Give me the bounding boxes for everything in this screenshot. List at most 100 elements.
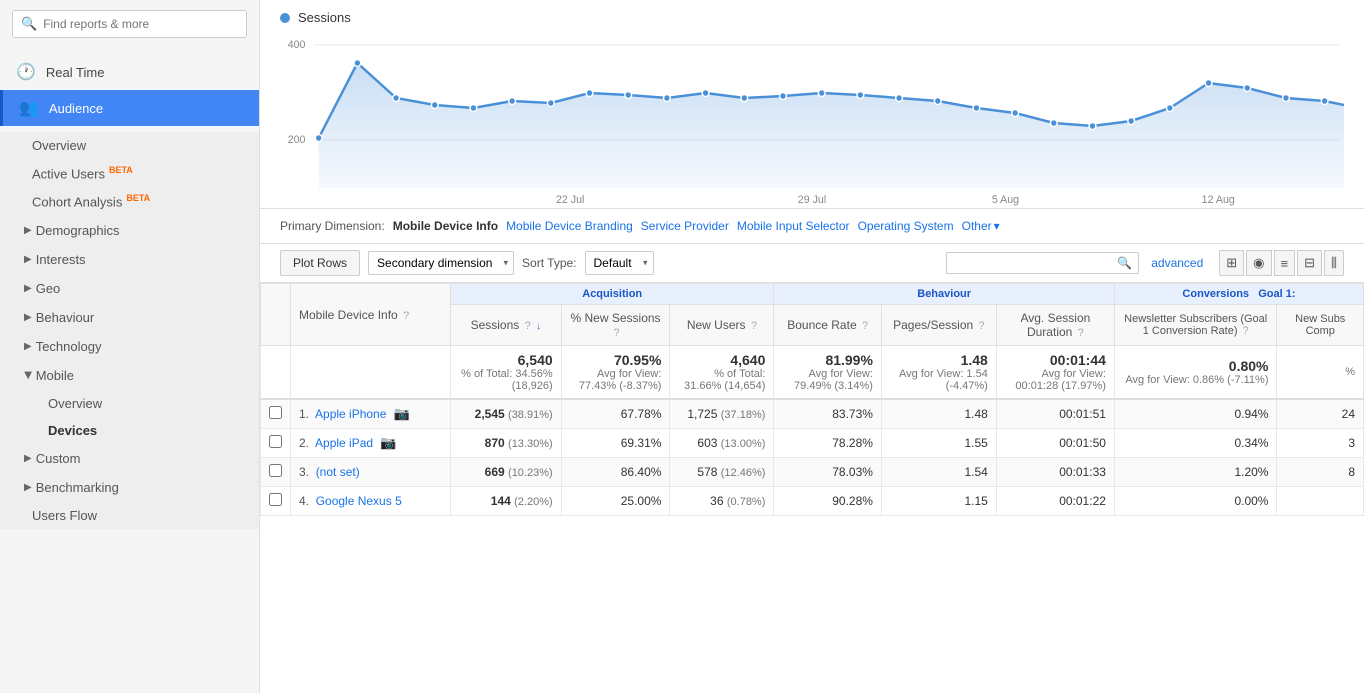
sidebar-item-mob-overview[interactable]: Overview: [0, 390, 259, 417]
row2-checkbox[interactable]: [269, 435, 282, 448]
sidebar-item-active-users[interactable]: Active UsersBETA: [0, 159, 259, 187]
pct-new-help-icon[interactable]: ?: [613, 327, 619, 339]
sidebar-item-audience[interactable]: 👥 Audience: [0, 90, 259, 126]
table-search-field[interactable]: 🔍: [946, 252, 1139, 274]
secondary-dimension-wrapper[interactable]: Secondary dimension ▾: [368, 251, 514, 275]
sidebar-item-overview[interactable]: Overview: [0, 132, 259, 159]
device-help-icon[interactable]: ?: [403, 310, 409, 322]
conversions-header: Conversions Goal 1:: [1114, 284, 1363, 305]
row3-sessions: 669 (10.23%): [451, 458, 562, 487]
search-box[interactable]: 🔍: [12, 10, 247, 38]
sidebar-item-mobile[interactable]: ▶ Mobile: [0, 361, 259, 390]
row4-device-link[interactable]: Google Nexus 5: [316, 494, 402, 508]
view-pivot-icon[interactable]: ⫼: [1324, 250, 1344, 276]
svg-text:29 Jul: 29 Jul: [798, 194, 826, 206]
table-row: 2. Apple iPad 📷 870 (13.30%) 69.31% 603 …: [261, 429, 1364, 458]
row1-pages-session: 1.48: [881, 399, 996, 429]
row2-device-link[interactable]: Apple iPad: [315, 436, 373, 450]
plot-rows-button[interactable]: Plot Rows: [280, 250, 360, 276]
row4-avg-duration: 00:01:22: [996, 487, 1114, 516]
sessions-help-icon[interactable]: ?: [525, 320, 531, 332]
row1-sessions: 2,545 (38.91%): [451, 399, 562, 429]
row3-device-link[interactable]: (not set): [316, 465, 360, 479]
sessions-legend-label: Sessions: [298, 10, 351, 25]
sessions-legend-dot: [280, 13, 290, 23]
secondary-dimension-select[interactable]: Secondary dimension: [368, 251, 514, 275]
primary-dimension-bar: Primary Dimension: Mobile Device Info Mo…: [260, 209, 1364, 244]
primary-dim-service-provider[interactable]: Service Provider: [641, 219, 729, 233]
col-newsletter-header[interactable]: Newsletter Subscribers (Goal 1 Conversio…: [1114, 305, 1277, 346]
row3-avg-duration: 00:01:33: [996, 458, 1114, 487]
svg-text:200: 200: [288, 134, 306, 146]
view-comparison-icon[interactable]: ⊟: [1297, 250, 1322, 276]
row3-check[interactable]: [261, 458, 291, 487]
sort-type-select[interactable]: Default: [585, 251, 654, 275]
totals-check: [261, 346, 291, 400]
realtime-icon: 🕐: [16, 62, 36, 82]
chart-area: Sessions 400 200: [260, 0, 1364, 209]
row1-checkbox[interactable]: [269, 406, 282, 419]
sidebar-item-custom[interactable]: ▶ Custom: [0, 444, 259, 473]
row4-newsletter: 0.00%: [1114, 487, 1277, 516]
totals-sessions: 6,540 % of Total: 34.56% (18,926): [451, 346, 562, 400]
pages-session-help-icon[interactable]: ?: [979, 320, 985, 332]
row2-camera-icon: 📷: [380, 435, 396, 450]
sort-type-wrapper[interactable]: Default ▾: [585, 251, 654, 275]
row1-camera-icon: 📷: [394, 406, 410, 421]
avg-duration-help-icon[interactable]: ?: [1078, 327, 1084, 339]
search-input[interactable]: [43, 17, 238, 31]
advanced-link[interactable]: advanced: [1151, 256, 1203, 270]
sessions-chart: 400 200: [280, 33, 1344, 208]
controls-bar: Plot Rows Secondary dimension ▾ Sort Typ…: [260, 244, 1364, 283]
sidebar-item-demographics[interactable]: ▶ Demographics: [0, 216, 259, 245]
sidebar-item-technology[interactable]: ▶ Technology: [0, 332, 259, 361]
row4-check[interactable]: [261, 487, 291, 516]
table-search-icon[interactable]: 🔍: [1117, 256, 1132, 270]
new-users-help-icon[interactable]: ?: [751, 320, 757, 332]
col-new-users-header[interactable]: New Users ?: [670, 305, 774, 346]
col-device-header: Mobile Device Info ?: [291, 284, 451, 346]
sidebar-item-devices[interactable]: Devices: [0, 417, 259, 444]
row4-checkbox[interactable]: [269, 493, 282, 506]
col-sessions-header[interactable]: Sessions ? ↓: [451, 305, 562, 346]
totals-new-users: 4,640 % of Total: 31.66% (14,654): [670, 346, 774, 400]
newsletter-help-icon[interactable]: ?: [1243, 325, 1249, 337]
view-bar-icon[interactable]: ≡: [1274, 250, 1296, 276]
sidebar-item-benchmarking[interactable]: ▶ Benchmarking: [0, 473, 259, 502]
sidebar-item-interests[interactable]: ▶ Interests: [0, 245, 259, 274]
sidebar-item-users-flow[interactable]: Users Flow: [0, 502, 259, 529]
primary-dim-operating-system[interactable]: Operating System: [858, 219, 954, 233]
col-avg-duration-header[interactable]: Avg. Session Duration ?: [996, 305, 1114, 346]
row1-device-link[interactable]: Apple iPhone: [315, 407, 386, 421]
row1-device: 1. Apple iPhone 📷: [291, 399, 451, 429]
audience-label: Audience: [49, 101, 103, 116]
bounce-help-icon[interactable]: ?: [862, 320, 868, 332]
demographics-triangle: ▶: [24, 225, 32, 236]
row3-checkbox[interactable]: [269, 464, 282, 477]
active-users-beta: BETA: [109, 165, 133, 175]
row2-new-users: 603 (13.00%): [670, 429, 774, 458]
col-pages-session-header[interactable]: Pages/Session ?: [881, 305, 996, 346]
audience-subnav: Overview Active UsersBETA Cohort Analysi…: [0, 132, 259, 529]
sidebar-item-realtime[interactable]: 🕐 Real Time: [0, 54, 259, 90]
primary-dim-other-dropdown[interactable]: Other ▾: [962, 219, 1000, 233]
cohort-beta: BETA: [126, 193, 150, 203]
sidebar-item-geo[interactable]: ▶ Geo: [0, 274, 259, 303]
row1-check[interactable]: [261, 399, 291, 429]
col-bounce-header[interactable]: Bounce Rate ?: [774, 305, 882, 346]
primary-dim-mobile-branding[interactable]: Mobile Device Branding: [506, 219, 633, 233]
primary-dim-mobile-input[interactable]: Mobile Input Selector: [737, 219, 850, 233]
col-new-subs-header[interactable]: New Subs Comp: [1277, 305, 1364, 346]
view-data-icon[interactable]: ⊞: [1219, 250, 1244, 276]
sidebar-item-behaviour[interactable]: ▶ Behaviour: [0, 303, 259, 332]
row2-check[interactable]: [261, 429, 291, 458]
view-pie-icon[interactable]: ◉: [1246, 250, 1271, 276]
row2-pct-new: 69.31%: [561, 429, 670, 458]
behaviour-triangle: ▶: [24, 312, 32, 323]
col-pct-new-header[interactable]: % New Sessions ?: [561, 305, 670, 346]
row1-avg-duration: 00:01:51: [996, 399, 1114, 429]
sidebar-item-cohort[interactable]: Cohort AnalysisBETA: [0, 187, 259, 215]
interests-triangle: ▶: [24, 254, 32, 265]
table-search-input[interactable]: [953, 256, 1113, 270]
totals-row: 6,540 % of Total: 34.56% (18,926) 70.95%…: [261, 346, 1364, 400]
